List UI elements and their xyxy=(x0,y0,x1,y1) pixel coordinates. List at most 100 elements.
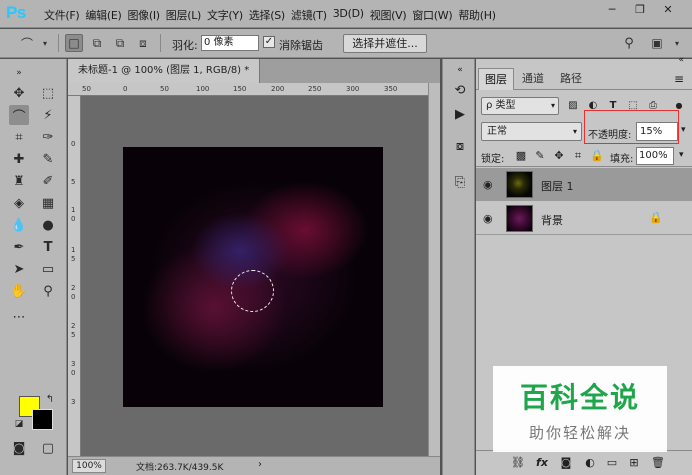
quick-mask-icon[interactable]: ◙ xyxy=(9,438,29,458)
antialias-checkbox[interactable]: ✓ xyxy=(263,36,275,48)
preset-dropdown-icon[interactable]: ▾ xyxy=(36,34,54,52)
annotation-highlight-box xyxy=(584,110,679,144)
ruler-label: 2 xyxy=(71,284,76,292)
select-and-mask-button[interactable]: 选择并遮住... xyxy=(343,34,427,53)
chevron-down-icon: ▾ xyxy=(550,101,555,110)
menu-help[interactable]: 帮助(H) xyxy=(458,7,501,23)
visibility-eye-icon[interactable]: ◉ xyxy=(483,212,493,225)
lock-artboard-icon[interactable]: ⌗ xyxy=(571,149,585,163)
swap-colors-icon[interactable]: ↰ xyxy=(43,392,57,406)
more-tools-icon[interactable]: ⋯ xyxy=(9,307,29,327)
menu-file[interactable]: 文件(F) xyxy=(44,7,85,23)
image-filter-icon[interactable]: ▨ xyxy=(566,99,580,113)
new-group-icon[interactable]: ▭ xyxy=(604,456,620,470)
add-mask-icon[interactable]: ◙ xyxy=(558,456,574,470)
move-tool-icon[interactable]: ✥ xyxy=(9,83,29,103)
3d-panel-icon[interactable]: ⧇ xyxy=(451,137,469,155)
menu-image[interactable]: 图像(I) xyxy=(127,7,165,23)
menu-layer[interactable]: 图层(L) xyxy=(166,7,207,23)
layer-row[interactable]: ◉ 背景 🔒 xyxy=(476,202,692,235)
panel-menu-icon[interactable]: ≡ xyxy=(674,72,684,86)
layer-filter-select[interactable]: ρ 类型 ▾ xyxy=(481,97,559,115)
vertical-scrollbar[interactable] xyxy=(428,83,440,456)
screen-mode-icon[interactable]: ▢ xyxy=(38,438,58,458)
ruler-label: 5 xyxy=(71,255,76,263)
close-icon[interactable]: ✕ xyxy=(660,3,676,17)
path-selection-tool-icon[interactable]: ➤ xyxy=(9,259,29,279)
watermark: 百科全说 助你轻松解决 xyxy=(493,366,667,452)
lock-position-icon[interactable]: ✥ xyxy=(552,149,566,163)
fill-input[interactable]: 100% xyxy=(636,147,674,165)
subtract-selection-icon[interactable]: ⧉ xyxy=(111,34,129,52)
healing-brush-tool-icon[interactable]: ✚ xyxy=(9,149,29,169)
lock-image-icon[interactable]: ✎ xyxy=(533,149,547,163)
intersect-selection-icon[interactable]: ⧈ xyxy=(134,34,152,52)
menu-select[interactable]: 选择(S) xyxy=(249,7,291,23)
eyedropper-tool-icon[interactable]: ✑ xyxy=(38,127,58,147)
chevron-down-icon[interactable]: ▾ xyxy=(681,125,686,135)
menu-3d[interactable]: 3D(D) xyxy=(333,7,370,23)
collapse-icon[interactable]: » xyxy=(9,63,29,83)
eraser-tool-icon[interactable]: ◈ xyxy=(9,193,29,213)
clone-stamp-tool-icon[interactable]: ♜ xyxy=(9,171,29,191)
layer-row[interactable]: ◉ 图层 1 xyxy=(476,168,692,201)
blend-mode-select[interactable]: 正常 ▾ xyxy=(481,122,582,141)
document-tab[interactable]: 未标题-1 @ 100% (图层 1, RGB/8) * xyxy=(68,59,260,83)
hand-tool-icon[interactable]: ✋ xyxy=(9,281,29,301)
filter-select-label: ρ 类型 xyxy=(486,100,516,111)
history-brush-tool-icon[interactable]: ✐ xyxy=(38,171,58,191)
ruler-label: 2 xyxy=(71,322,76,330)
menu-edit[interactable]: 编辑(E) xyxy=(85,7,127,23)
history-panel-icon[interactable]: ⟲ xyxy=(451,81,469,99)
delete-layer-icon[interactable]: 🗑 xyxy=(650,456,666,470)
zoom-level[interactable]: 100% xyxy=(72,459,106,473)
minimize-icon[interactable]: ─ xyxy=(604,3,620,17)
chevron-down-icon[interactable]: ▾ xyxy=(679,150,684,160)
gradient-tool-icon[interactable]: ▦ xyxy=(38,193,58,213)
actions-play-icon[interactable]: ▶ xyxy=(451,105,469,123)
menu-filter[interactable]: 滤镜(T) xyxy=(291,7,333,23)
tab-layers[interactable]: 图层 xyxy=(478,68,514,90)
restore-icon[interactable]: ❐ xyxy=(632,3,648,17)
dodge-tool-icon[interactable]: ● xyxy=(38,215,58,235)
magic-wand-tool-icon[interactable]: ⚡ xyxy=(38,105,58,125)
new-layer-icon[interactable]: ⊞ xyxy=(626,456,642,470)
default-colors-icon[interactable]: ◪ xyxy=(14,419,24,429)
lasso-preset-icon[interactable]: ⌒ xyxy=(18,34,36,52)
marquee-tool-icon[interactable]: ⬚ xyxy=(38,83,58,103)
new-selection-icon[interactable]: □ xyxy=(65,34,83,52)
crop-tool-icon[interactable]: ⌗ xyxy=(9,127,29,147)
feather-input[interactable]: 0 像素 xyxy=(201,35,259,51)
antialias-label: 消除锯齿 xyxy=(279,39,323,52)
background-color-swatch[interactable] xyxy=(32,409,53,430)
workspace-dropdown-icon[interactable]: ▾ xyxy=(668,34,686,52)
menu-window[interactable]: 窗口(W) xyxy=(412,7,458,23)
tab-channels[interactable]: 通道 xyxy=(516,68,550,90)
rectangle-tool-icon[interactable]: ▭ xyxy=(38,259,58,279)
chevron-right-icon[interactable]: › xyxy=(258,459,262,470)
lasso-tool-icon[interactable]: ⌒ xyxy=(9,105,29,125)
search-icon[interactable]: ⚲ xyxy=(620,34,638,52)
workspace-icon[interactable]: ▣ xyxy=(648,34,666,52)
visibility-eye-icon[interactable]: ◉ xyxy=(483,178,493,191)
type-tool-icon[interactable]: T xyxy=(38,237,58,257)
add-selection-icon[interactable]: ⧉ xyxy=(88,34,106,52)
lock-transparent-icon[interactable]: ▩ xyxy=(514,149,528,163)
lock-all-icon[interactable]: 🔒 xyxy=(590,149,604,163)
menu-type[interactable]: 文字(Y) xyxy=(207,7,249,23)
properties-panel-icon[interactable]: ⎘ xyxy=(451,173,469,191)
brush-tool-icon[interactable]: ✎ xyxy=(38,149,58,169)
link-layers-icon[interactable]: ⛓ xyxy=(510,456,526,470)
collapse-icon[interactable]: « xyxy=(451,61,469,79)
ruler-label: 250 xyxy=(308,85,322,93)
ruler-label: 0 xyxy=(71,369,76,377)
zoom-tool-icon[interactable]: ⚲ xyxy=(38,281,58,301)
tab-paths[interactable]: 路径 xyxy=(554,68,588,90)
pen-tool-icon[interactable]: ✒ xyxy=(9,237,29,257)
menu-view[interactable]: 视图(V) xyxy=(370,7,413,23)
collapse-icon[interactable]: « xyxy=(678,55,684,65)
lasso-selection[interactable] xyxy=(231,270,274,312)
blur-tool-icon[interactable]: 💧 xyxy=(9,215,29,235)
layer-style-icon[interactable]: fx xyxy=(534,456,550,470)
adjustment-layer-icon[interactable]: ◐ xyxy=(582,456,598,470)
